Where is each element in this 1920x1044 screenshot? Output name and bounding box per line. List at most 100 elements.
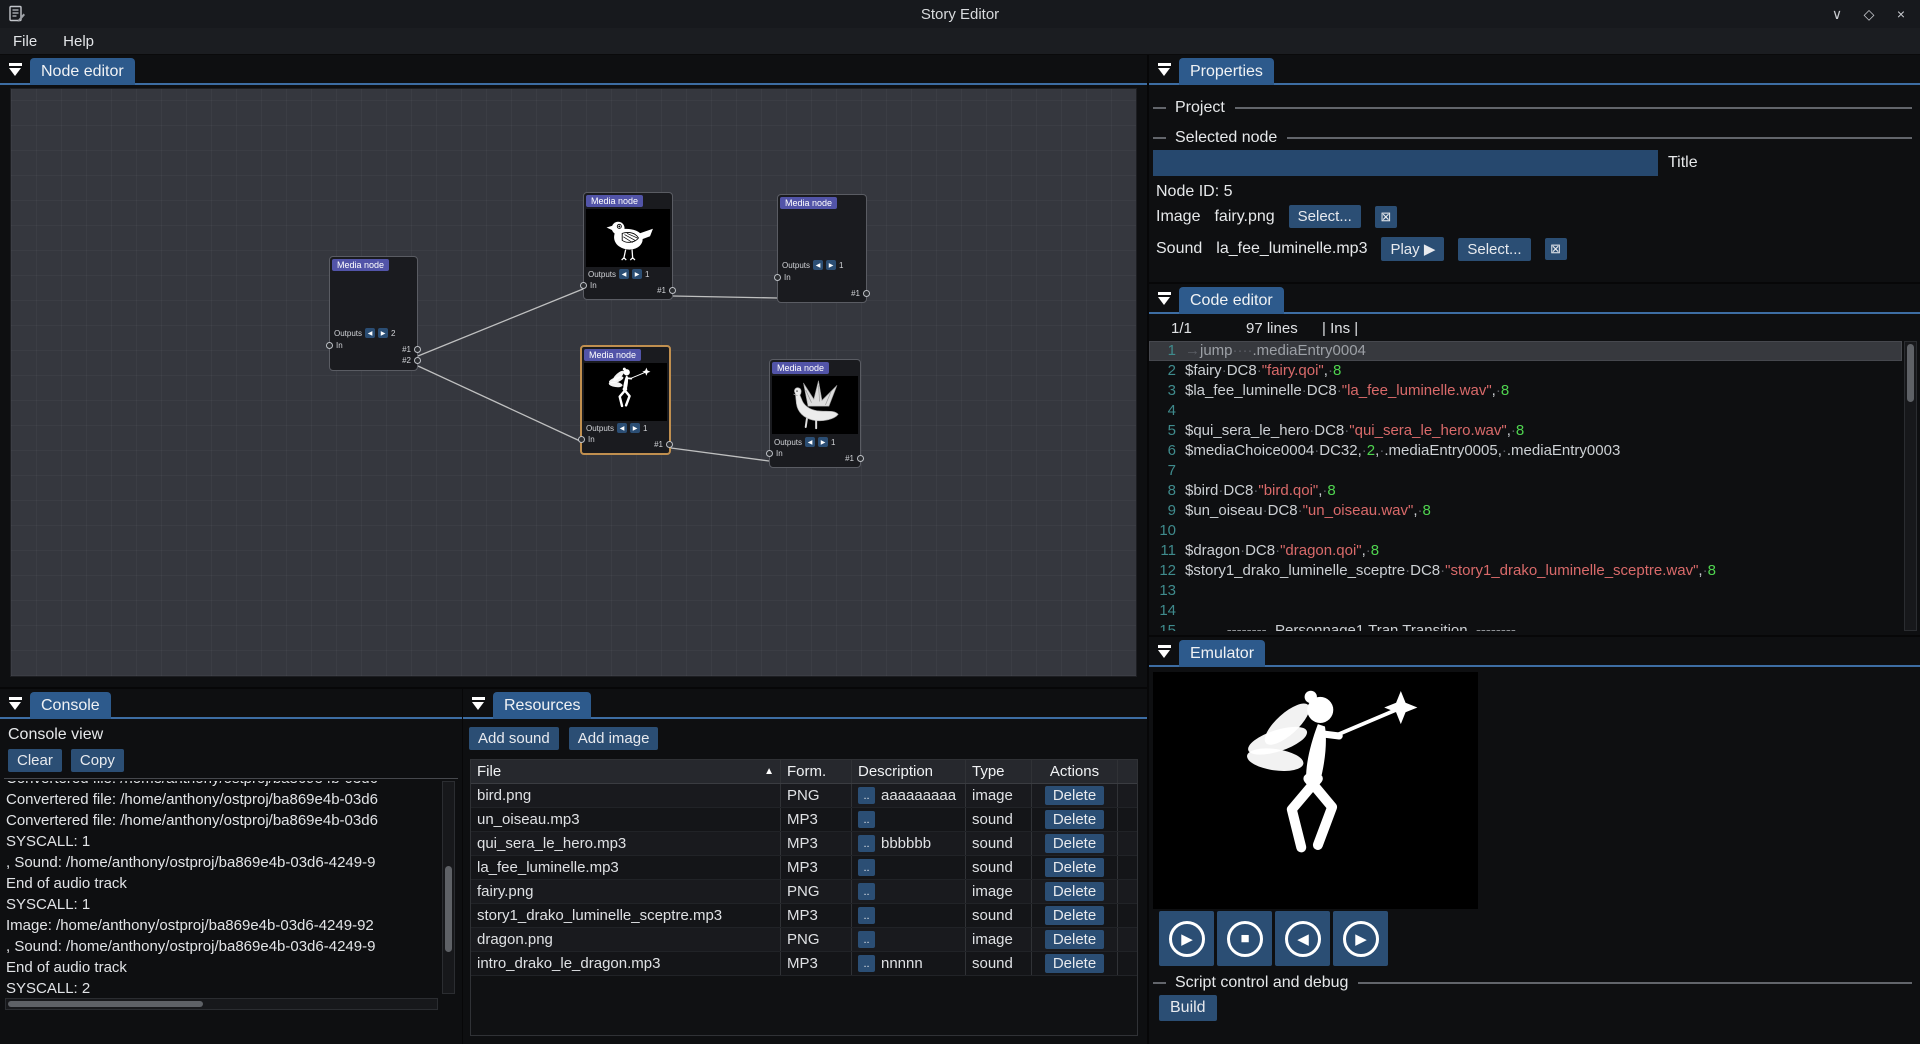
close-button[interactable]: × xyxy=(1892,6,1910,22)
input-port[interactable] xyxy=(766,450,773,457)
step-back-button[interactable]: ◀ xyxy=(1275,911,1330,966)
increase-outputs-button[interactable]: ▶ xyxy=(630,423,640,433)
choice-node[interactable]: Media nodeOutputs◀▶1In#1 xyxy=(777,194,867,303)
edit-description-button[interactable]: .. xyxy=(858,787,875,804)
collapse-icon[interactable] xyxy=(1158,63,1171,76)
stop-button[interactable]: ■ xyxy=(1217,911,1272,966)
collapse-icon[interactable] xyxy=(472,697,485,710)
minimize-button[interactable]: ∨ xyxy=(1828,6,1846,23)
play-button[interactable]: ▶ xyxy=(1159,911,1214,966)
sound-clear-button[interactable]: ⊠ xyxy=(1545,238,1567,260)
table-row[interactable]: qui_sera_le_hero.mp3MP3..bbbbbbsoundDele… xyxy=(471,832,1137,856)
code-scrollbar-handle[interactable] xyxy=(1907,344,1914,402)
clear-button[interactable]: Clear xyxy=(8,749,62,772)
column-header-type[interactable]: Type xyxy=(966,760,1032,783)
node-canvas[interactable]: Media nodeOutputs◀▶2In#1#2 Media nodeOutp… xyxy=(10,88,1137,677)
column-header-actions[interactable]: Actions xyxy=(1032,760,1118,783)
table-row[interactable]: un_oiseau.mp3MP3..soundDelete xyxy=(471,808,1137,832)
start-node[interactable]: Media nodeOutputs◀▶2In#1#2 xyxy=(329,256,418,371)
code-text-area[interactable]: 1→jump····.mediaEntry00042$fairy·DC8·"fa… xyxy=(1149,341,1902,631)
edit-description-button[interactable]: .. xyxy=(858,883,875,900)
maximize-button[interactable]: ◇ xyxy=(1860,6,1878,23)
output-port[interactable] xyxy=(863,290,870,297)
console-vertical-scrollbar[interactable] xyxy=(442,781,455,994)
edit-description-button[interactable]: .. xyxy=(858,931,875,948)
console-vscroll-handle[interactable] xyxy=(445,866,452,952)
edit-description-button[interactable]: .. xyxy=(858,811,875,828)
tab-code-editor[interactable]: Code editor xyxy=(1179,287,1284,314)
console-horizontal-scrollbar[interactable] xyxy=(5,998,438,1010)
input-port[interactable] xyxy=(326,342,333,349)
project-group-header[interactable]: Project xyxy=(1153,99,1912,117)
dragon-node[interactable]: Media nodeOutputs◀▶1In#1 xyxy=(769,359,861,468)
collapse-icon[interactable] xyxy=(1158,645,1171,658)
type-cell: image xyxy=(966,880,1032,903)
delete-button[interactable]: Delete xyxy=(1045,930,1104,949)
tab-resources[interactable]: Resources xyxy=(493,692,591,719)
build-button[interactable]: Build xyxy=(1159,995,1217,1021)
decrease-outputs-button[interactable]: ◀ xyxy=(813,260,823,270)
window-titlebar[interactable]: Story Editor ∨◇× xyxy=(0,0,1920,28)
input-port[interactable] xyxy=(578,436,585,443)
table-row[interactable]: bird.pngPNG..aaaaaaaaaimageDelete xyxy=(471,784,1137,808)
column-header-file[interactable]: File▲ xyxy=(471,760,781,783)
image-select-button[interactable]: Select... xyxy=(1289,205,1361,228)
table-row[interactable]: fairy.pngPNG..imageDelete xyxy=(471,880,1137,904)
edit-description-button[interactable]: .. xyxy=(858,859,875,876)
delete-button[interactable]: Delete xyxy=(1045,786,1104,805)
tab-emulator[interactable]: Emulator xyxy=(1179,640,1265,667)
title-input[interactable] xyxy=(1153,150,1658,176)
sound-play-button[interactable]: Play ▶ xyxy=(1381,237,1444,261)
bird-node[interactable]: Media nodeOutputs◀▶1In#1 xyxy=(583,192,673,300)
table-row[interactable]: intro_drako_le_dragon.mp3MP3..nnnnnsound… xyxy=(471,952,1137,976)
delete-button[interactable]: Delete xyxy=(1045,906,1104,925)
delete-button[interactable]: Delete xyxy=(1045,810,1104,829)
decrease-outputs-button[interactable]: ◀ xyxy=(619,269,629,279)
decrease-outputs-button[interactable]: ◀ xyxy=(805,437,815,447)
output-port[interactable] xyxy=(669,287,676,294)
table-row[interactable]: dragon.pngPNG..imageDelete xyxy=(471,928,1137,952)
delete-button[interactable]: Delete xyxy=(1045,882,1104,901)
input-port[interactable] xyxy=(580,282,587,289)
step-forward-button[interactable]: ▶ xyxy=(1333,911,1388,966)
decrease-outputs-button[interactable]: ◀ xyxy=(617,423,627,433)
menu-item-file[interactable]: File xyxy=(0,28,50,54)
delete-button[interactable]: Delete xyxy=(1045,954,1104,973)
add-sound-button[interactable]: Add sound xyxy=(469,727,559,750)
tab-node-editor[interactable]: Node editor xyxy=(30,58,135,85)
collapse-icon[interactable] xyxy=(9,697,22,710)
delete-button[interactable]: Delete xyxy=(1045,858,1104,877)
table-row[interactable]: la_fee_luminelle.mp3MP3..soundDelete xyxy=(471,856,1137,880)
increase-outputs-button[interactable]: ▶ xyxy=(632,269,642,279)
collapse-icon[interactable] xyxy=(1158,292,1171,305)
copy-button[interactable]: Copy xyxy=(71,749,124,772)
output-port[interactable] xyxy=(414,346,421,353)
fairy-node[interactable]: Media nodeOutputs◀▶1In#1 xyxy=(580,345,671,455)
add-image-button[interactable]: Add image xyxy=(569,727,659,750)
increase-outputs-button[interactable]: ▶ xyxy=(826,260,836,270)
code-scrollbar[interactable] xyxy=(1904,341,1917,631)
edit-description-button[interactable]: .. xyxy=(858,907,875,924)
tab-properties[interactable]: Properties xyxy=(1179,58,1274,85)
increase-outputs-button[interactable]: ▶ xyxy=(818,437,828,447)
tab-console[interactable]: Console xyxy=(30,692,111,719)
script-control-group-header[interactable]: Script control and debug xyxy=(1153,974,1912,992)
edit-description-button[interactable]: .. xyxy=(858,955,875,972)
image-clear-button[interactable]: ⊠ xyxy=(1375,206,1397,228)
input-port[interactable] xyxy=(774,274,781,281)
decrease-outputs-button[interactable]: ◀ xyxy=(365,328,375,338)
column-header-form[interactable]: Form. xyxy=(781,760,852,783)
output-port[interactable] xyxy=(857,455,864,462)
selected-node-group-header[interactable]: Selected node xyxy=(1153,129,1912,147)
output-port[interactable] xyxy=(666,441,673,448)
column-header-description[interactable]: Description xyxy=(852,760,966,783)
output-port[interactable] xyxy=(414,357,421,364)
table-row[interactable]: story1_drako_luminelle_sceptre.mp3MP3..s… xyxy=(471,904,1137,928)
collapse-icon[interactable] xyxy=(9,63,22,76)
menu-item-help[interactable]: Help xyxy=(50,28,107,54)
delete-button[interactable]: Delete xyxy=(1045,834,1104,853)
edit-description-button[interactable]: .. xyxy=(858,835,875,852)
increase-outputs-button[interactable]: ▶ xyxy=(378,328,388,338)
console-hscroll-handle[interactable] xyxy=(8,1001,203,1007)
sound-select-button[interactable]: Select... xyxy=(1458,238,1530,261)
